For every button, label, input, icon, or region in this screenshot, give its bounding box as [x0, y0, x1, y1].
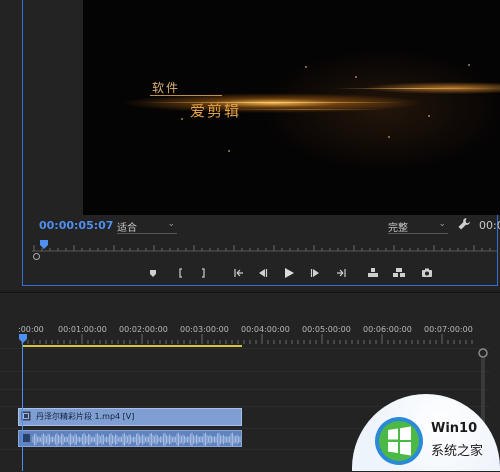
go-to-out-button[interactable]: [332, 264, 350, 282]
video-clip-label: 丹泽尔精彩片段 1.mp4 [V]: [36, 412, 135, 421]
ruler-label: 00:01:00:00: [58, 325, 107, 334]
wrench-icon[interactable]: [457, 217, 471, 231]
zoom-fit-select[interactable]: 适合 ⌄: [117, 219, 177, 234]
step-back-button[interactable]: [254, 264, 272, 282]
light-streak: [333, 88, 500, 89]
ruler-label: :00:00: [18, 325, 44, 334]
go-to-out-icon: [337, 269, 346, 277]
camera-icon: [422, 268, 432, 277]
spark: [355, 76, 357, 78]
track-divider: [0, 389, 490, 390]
step-forward-button[interactable]: [306, 264, 324, 282]
monitor-playhead[interactable]: [40, 240, 48, 249]
go-to-in-button[interactable]: [230, 264, 248, 282]
video-preview: [83, 0, 500, 215]
ruler-label: 00:05:00:00: [302, 325, 351, 334]
ruler-label: 00:06:00:00: [363, 325, 412, 334]
ruler-label: 00:03:00:00: [180, 325, 229, 334]
audio-waveform: [22, 432, 241, 446]
playhead-timecode[interactable]: 00:00:05:07: [39, 219, 113, 232]
timeline-playhead[interactable]: [19, 334, 27, 343]
lift-icon: [368, 268, 378, 277]
chevron-down-icon: ⌄: [167, 219, 175, 229]
spark: [468, 64, 470, 66]
play-button[interactable]: [280, 264, 298, 282]
spark: [428, 115, 430, 117]
play-icon: [285, 268, 294, 278]
step-back-icon: [259, 269, 268, 277]
ruler-label: 00:07:00:00: [424, 325, 473, 334]
transport-controls: [140, 264, 440, 282]
go-to-in-icon: [234, 269, 243, 277]
add-marker-button[interactable]: [144, 264, 162, 282]
playback-quality-select[interactable]: 完整 ⌄: [388, 219, 448, 234]
preview-title-big: 爱剪辑: [190, 102, 242, 120]
spark: [228, 150, 230, 152]
preview-title-underline: [150, 95, 222, 96]
duration-timecode: 00:0: [479, 219, 500, 232]
work-area-bar[interactable]: [22, 345, 242, 347]
zoom-fit-value: 适合: [117, 223, 137, 234]
light-streak: [143, 102, 403, 103]
monitor-mini-ruler[interactable]: [32, 240, 498, 252]
timeline-playhead-line[interactable]: [22, 338, 23, 471]
watermark-title: Win10: [431, 421, 478, 436]
watermark-subtitle: 系统之家: [431, 444, 484, 459]
mark-out-icon: [202, 268, 205, 278]
in-point-marker[interactable]: [33, 253, 40, 260]
mark-out-button[interactable]: [194, 264, 212, 282]
light-streak: [223, 109, 383, 110]
track-divider: [0, 371, 490, 372]
audio-clip[interactable]: [18, 430, 242, 447]
track-divider: [0, 348, 490, 349]
step-forward-icon: [310, 269, 319, 277]
extract-button[interactable]: [390, 264, 408, 282]
export-frame-button[interactable]: [418, 264, 436, 282]
mark-in-icon: [179, 268, 182, 278]
playback-quality-value: 完整: [388, 223, 408, 234]
spark: [181, 118, 183, 120]
marker-icon: [150, 270, 156, 277]
spark: [388, 136, 390, 138]
mark-in-button[interactable]: [172, 264, 190, 282]
ruler-label: 00:04:00:00: [241, 325, 290, 334]
preview-title-small: 软件: [152, 81, 181, 95]
ruler-label: 00:02:00:00: [119, 325, 168, 334]
spark: [305, 66, 307, 68]
extract-icon: [393, 268, 405, 277]
windows-logo-icon: [375, 417, 423, 465]
chevron-down-icon: ⌄: [438, 219, 446, 229]
lift-button[interactable]: [364, 264, 382, 282]
